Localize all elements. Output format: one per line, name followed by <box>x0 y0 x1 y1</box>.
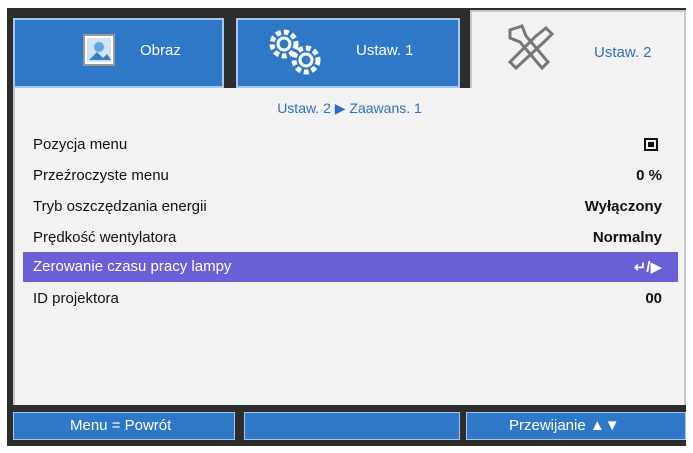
menu-item-value: Normalny <box>592 229 662 246</box>
menu-item-value: 0 % <box>636 167 662 184</box>
menu-item-zerowanie-lampy[interactable]: Zerowanie czasu pracy lampy ↵/▶ <box>23 252 678 282</box>
menu-item-label: Tryb oszczędzania energii <box>33 198 207 215</box>
footer-middle <box>244 412 460 440</box>
menu-item-label: Przeźroczyste menu <box>33 167 169 184</box>
footer-scroll[interactable]: Przewijanie ▲▼ <box>466 412 686 440</box>
tab-label: Ustaw. 2 <box>594 44 652 61</box>
footer-label: Przewijanie ▲▼ <box>509 417 620 434</box>
menu-panel: Ustaw. 2 ▶ Zaawans. 1 Pozycja menu Przeź… <box>13 88 686 405</box>
image-icon <box>83 34 115 66</box>
menu-item-przezroczyste-menu[interactable]: Przeźroczyste menu 0 % <box>23 163 678 189</box>
menu-item-label: Pozycja menu <box>33 136 128 153</box>
tab-label: Obraz <box>140 42 181 59</box>
menu-item-label: Prędkość wentylatora <box>33 229 177 246</box>
tab-ustaw2[interactable]: Ustaw. 2 <box>470 10 686 98</box>
menu-item-predkosc-wentylatora[interactable]: Prędkość wentylatora Normalny <box>23 225 678 251</box>
menu-item-id-projektora[interactable]: ID projektora 00 <box>23 286 678 312</box>
menu-item-value: 00 <box>645 290 662 307</box>
menu-position-icon <box>644 137 658 154</box>
breadcrumb: Ustaw. 2 ▶ Zaawans. 1 <box>277 100 422 116</box>
menu-item-value: Wyłączony <box>584 198 662 215</box>
menu-item-label: ID projektora <box>33 290 119 307</box>
tools-icon <box>502 22 558 79</box>
enter-arrow-icon: ↵/▶ <box>633 259 662 276</box>
menu-item-label: Zerowanie czasu pracy lampy <box>33 258 232 275</box>
footer-menu-back[interactable]: Menu = Powrót <box>13 412 235 440</box>
footer-label: Menu = Powrót <box>70 417 172 434</box>
gears-icon <box>268 28 324 81</box>
tab-ustaw1[interactable]: Ustaw. 1 <box>236 18 460 88</box>
menu-item-pozycja-menu[interactable]: Pozycja menu <box>23 132 678 158</box>
tab-obraz[interactable]: Obraz <box>13 18 224 88</box>
tab-label: Ustaw. 1 <box>356 42 414 59</box>
menu-item-tryb-oszczedzania[interactable]: Tryb oszczędzania energii Wyłączony <box>23 194 678 220</box>
